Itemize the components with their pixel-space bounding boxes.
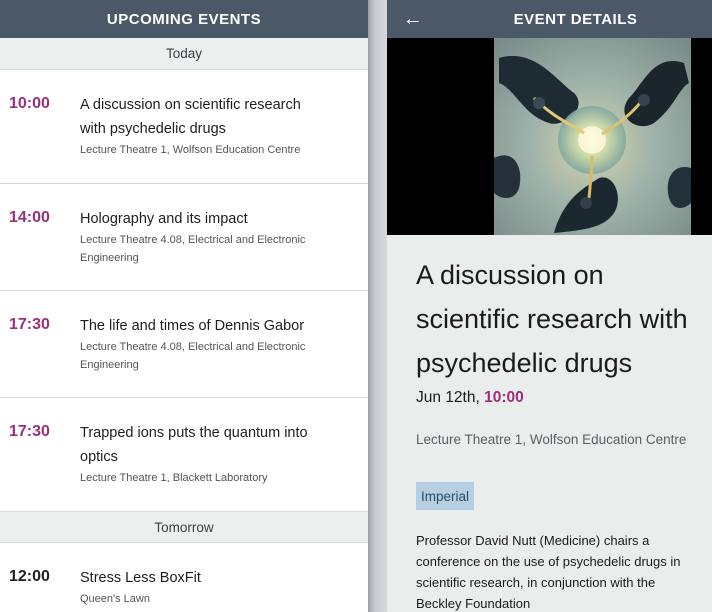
upcoming-events-header: UPCOMING EVENTS [0, 0, 368, 38]
event-details-panel: ← EVENT DETAILS A discussion on scientif… [387, 0, 712, 612]
event-title-line: A discussion on scientific research [80, 97, 301, 113]
event-title: Stress Less BoxFit [80, 566, 348, 590]
upcoming-events-title: UPCOMING EVENTS [106, 10, 262, 28]
event-title: Holography and its impact [80, 207, 348, 231]
event-detail-datetime: Jun 12th, 10:00 [416, 389, 524, 407]
event-time: 17:30 [9, 316, 50, 333]
event-title-line: optics [80, 449, 118, 465]
event-details-title: EVENT DETAILS [513, 10, 638, 28]
day-label: Tomorrow [154, 519, 214, 535]
event-description-line: Beckley Foundation [416, 596, 531, 611]
day-label: Today [165, 46, 203, 61]
event-detail-date: Jun 12th, [416, 389, 480, 406]
event-title-line: Trapped ions puts the quantum into [80, 425, 308, 441]
event-location-line: Lecture Theatre 1, Blackett Laboratory [80, 472, 268, 484]
event-time: 14:00 [9, 209, 50, 226]
event-description-line: conference on the use of psychedelic dru… [416, 554, 681, 569]
event-title-line: Stress Less BoxFit [80, 570, 201, 586]
back-arrow-icon: ← [402, 7, 424, 30]
event-location-line: Lecture Theatre 4.08, Electrical and Ele… [80, 234, 306, 246]
event-location: Lecture Theatre 1, Wolfson Education Cen… [80, 141, 344, 159]
event-details-header: ← EVENT DETAILS [387, 0, 712, 38]
event-location-line: Queen's Lawn [80, 593, 150, 605]
event-location-line: Lecture Theatre 1, Wolfson Education Cen… [80, 144, 301, 156]
event-time: 17:30 [9, 423, 50, 440]
event-location-line: Lecture Theatre 4.08, Electrical and Ele… [80, 341, 306, 353]
event-detail-title-line: scientific research with [416, 304, 688, 334]
event-location-line: Engineering [80, 252, 139, 264]
event-location: Lecture Theatre 4.08, Electrical and Ele… [80, 338, 344, 374]
category-tag[interactable]: Imperial [416, 482, 475, 510]
event-description-line: Professor David Nutt (Medicine) chairs a [416, 533, 650, 548]
event-item[interactable]: 12:00 Stress Less BoxFit Queen's Lawn [0, 543, 368, 612]
event-detail-time: 10:00 [484, 389, 524, 406]
event-description: Professor David Nutt (Medicine) chairs a… [416, 530, 712, 612]
event-title: Trapped ions puts the quantum into optic… [80, 421, 348, 469]
event-item[interactable]: 17:30 The life and times of Dennis Gabor… [0, 291, 368, 398]
event-time: 10:00 [9, 95, 50, 112]
event-location: Lecture Theatre 1, Blackett Laboratory [80, 469, 344, 487]
event-location: Lecture Theatre 4.08, Electrical and Ele… [80, 231, 344, 267]
panel-divider [368, 0, 387, 612]
event-item[interactable]: 14:00 Holography and its impact Lecture … [0, 184, 368, 291]
day-header-today: Today [0, 38, 368, 70]
event-title: A discussion on scientific research with… [80, 93, 348, 141]
event-title-line: Holography and its impact [80, 211, 248, 227]
upcoming-events-panel: UPCOMING EVENTS Today 10:00 A discussion… [0, 0, 368, 612]
event-description-line: scientific research, in conjunction with… [416, 575, 656, 590]
event-detail-title-line: psychedelic drugs [416, 348, 633, 378]
event-item[interactable]: 10:00 A discussion on scientific researc… [0, 70, 368, 184]
day-header-tomorrow: Tomorrow [0, 511, 368, 543]
category-tag-label: Imperial [421, 488, 470, 504]
event-title-line: The life and times of Dennis Gabor [80, 318, 305, 334]
event-image [387, 38, 712, 235]
event-location-line: Engineering [80, 359, 139, 371]
event-detail-title-line: A discussion on [416, 260, 604, 290]
event-time: 12:00 [9, 568, 50, 585]
event-detail-location: Lecture Theatre 1, Wolfson Education Cen… [416, 432, 687, 447]
event-item[interactable]: 17:30 Trapped ions puts the quantum into… [0, 398, 368, 511]
event-detail-title: A discussion on scientific research with… [416, 253, 712, 385]
event-title: The life and times of Dennis Gabor [80, 314, 348, 338]
fractal-image [494, 38, 691, 235]
event-title-line: with psychedelic drugs [80, 121, 226, 137]
event-location: Queen's Lawn [80, 590, 344, 608]
back-button[interactable]: ← [387, 0, 439, 38]
